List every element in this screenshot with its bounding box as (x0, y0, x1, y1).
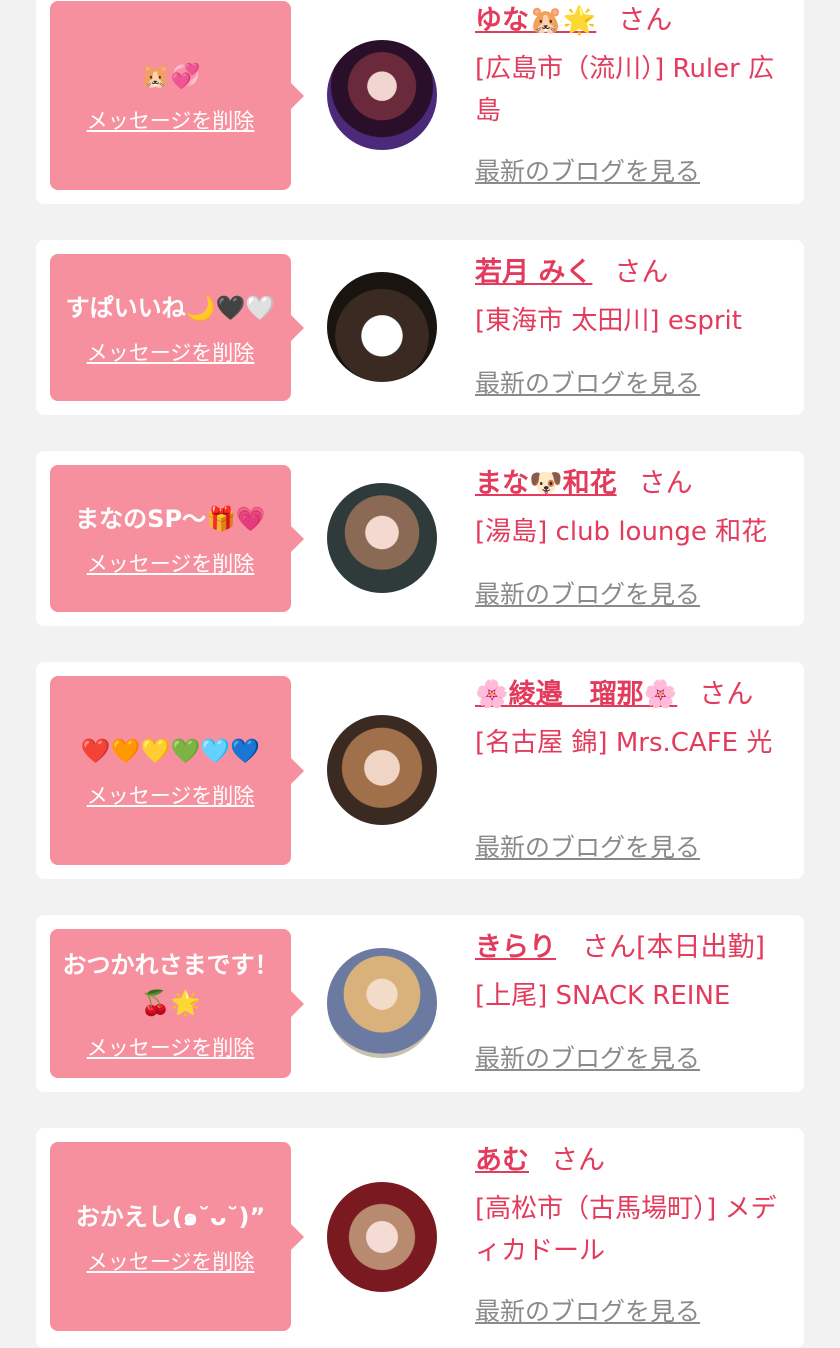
cast-name-link[interactable]: きらり (475, 932, 556, 963)
honorific: さん (551, 1145, 605, 1176)
cast-name-link[interactable]: あむ (475, 1145, 529, 1176)
honorific: さん[本日出勤] (582, 932, 766, 963)
shop-info: [広島市（流川）] Ruler 広島 (475, 54, 775, 126)
message-card: ❤️🧡💛💚🩵💙 メッセージを削除 🌸綾邉 瑠那🌸 さん [名古屋 錦] Mrs.C… (36, 662, 804, 879)
avatar[interactable] (327, 272, 437, 382)
profile-info: ゆな🐹🌟 さん [広島市（流川）] Ruler 広島 (475, 0, 792, 132)
message-text: すぱいいね🌙🖤🤍 (65, 293, 276, 322)
message-text: おかえし(๑˘ᴗ˘)” (75, 1202, 266, 1231)
avatar[interactable] (327, 948, 437, 1058)
message-card: おつかれさまです！🍒🌟 メッセージを削除 きらり さん[本日出勤] [上尾] SN… (36, 915, 804, 1092)
latest-blog-link[interactable]: 最新のブログを見る (475, 152, 700, 188)
shop-info: [名古屋 錦] Mrs.CAFE 光 (475, 728, 773, 758)
message-bubble: おつかれさまです！🍒🌟 メッセージを削除 (50, 929, 304, 1078)
honorific: さん (638, 468, 693, 499)
latest-blog-link[interactable]: 最新のブログを見る (475, 828, 700, 864)
delete-message-link[interactable]: メッセージを削除 (87, 780, 255, 810)
profile-info: まな🐶和花 さん [湯島] club lounge 和花 (475, 463, 792, 553)
latest-blog-link[interactable]: 最新のブログを見る (475, 364, 700, 400)
cast-name-link[interactable]: まな🐶和花 (475, 468, 617, 499)
message-bubble: おかえし(๑˘ᴗ˘)” メッセージを削除 (50, 1142, 304, 1331)
message-bubble: すぱいいね🌙🖤🤍 メッセージを削除 (50, 254, 304, 401)
honorific: さん (614, 257, 669, 288)
delete-message-link[interactable]: メッセージを削除 (87, 105, 255, 135)
message-card: おかえし(๑˘ᴗ˘)” メッセージを削除 あむ さん [高松市（古馬場町）] メデ… (36, 1128, 804, 1348)
message-text: まなのSP〜🎁💗 (75, 504, 266, 533)
message-bubble: ❤️🧡💛💚🩵💙 メッセージを削除 (50, 676, 304, 865)
message-card: まなのSP〜🎁💗 メッセージを削除 まな🐶和花 さん [湯島] club loun… (36, 451, 804, 626)
profile-info: きらり さん[本日出勤] [上尾] SNACK REINE (475, 927, 792, 1017)
latest-blog-link[interactable]: 最新のブログを見る (475, 1039, 700, 1075)
message-card: すぱいいね🌙🖤🤍 メッセージを削除 若月 みく さん [東海市 太田川] espr… (36, 240, 804, 415)
delete-message-link[interactable]: メッセージを削除 (87, 1246, 255, 1276)
shop-info: [上尾] SNACK REINE (475, 981, 731, 1011)
delete-message-link[interactable]: メッセージを削除 (87, 337, 255, 367)
profile-info: 若月 みく さん [東海市 太田川] esprit (475, 252, 792, 342)
cast-name-link[interactable]: 若月 みく (475, 257, 592, 288)
honorific: さん (618, 5, 673, 36)
latest-blog-link[interactable]: 最新のブログを見る (475, 575, 700, 611)
cast-name-link[interactable]: ゆな🐹🌟 (475, 5, 596, 36)
cast-name-link[interactable]: 🌸綾邉 瑠那🌸 (475, 679, 677, 710)
honorific: さん (699, 679, 754, 710)
profile-info: あむ さん [高松市（古馬場町）] メディカドール (475, 1140, 792, 1272)
avatar[interactable] (327, 40, 437, 150)
message-text: 🐹💞 (140, 61, 201, 90)
avatar[interactable] (327, 483, 437, 593)
message-text: おつかれさまです！🍒🌟 (62, 950, 279, 1017)
message-bubble: 🐹💞 メッセージを削除 (50, 1, 304, 190)
message-card: 🐹💞 メッセージを削除 ゆな🐹🌟 さん [広島市（流川）] Ruler 広島 最新… (36, 0, 804, 204)
message-text: ❤️🧡💛💚🩵💙 (80, 736, 261, 765)
avatar[interactable] (327, 715, 437, 825)
delete-message-link[interactable]: メッセージを削除 (87, 548, 255, 578)
shop-info: [高松市（古馬場町）] メディカドール (475, 1194, 777, 1266)
profile-info: 🌸綾邉 瑠那🌸 さん [名古屋 錦] Mrs.CAFE 光 (475, 674, 792, 764)
latest-blog-link[interactable]: 最新のブログを見る (475, 1292, 700, 1328)
message-bubble: まなのSP〜🎁💗 メッセージを削除 (50, 465, 304, 612)
shop-info: [湯島] club lounge 和花 (475, 517, 768, 547)
shop-info: [東海市 太田川] esprit (475, 306, 742, 336)
avatar[interactable] (327, 1182, 437, 1292)
delete-message-link[interactable]: メッセージを削除 (87, 1032, 255, 1062)
